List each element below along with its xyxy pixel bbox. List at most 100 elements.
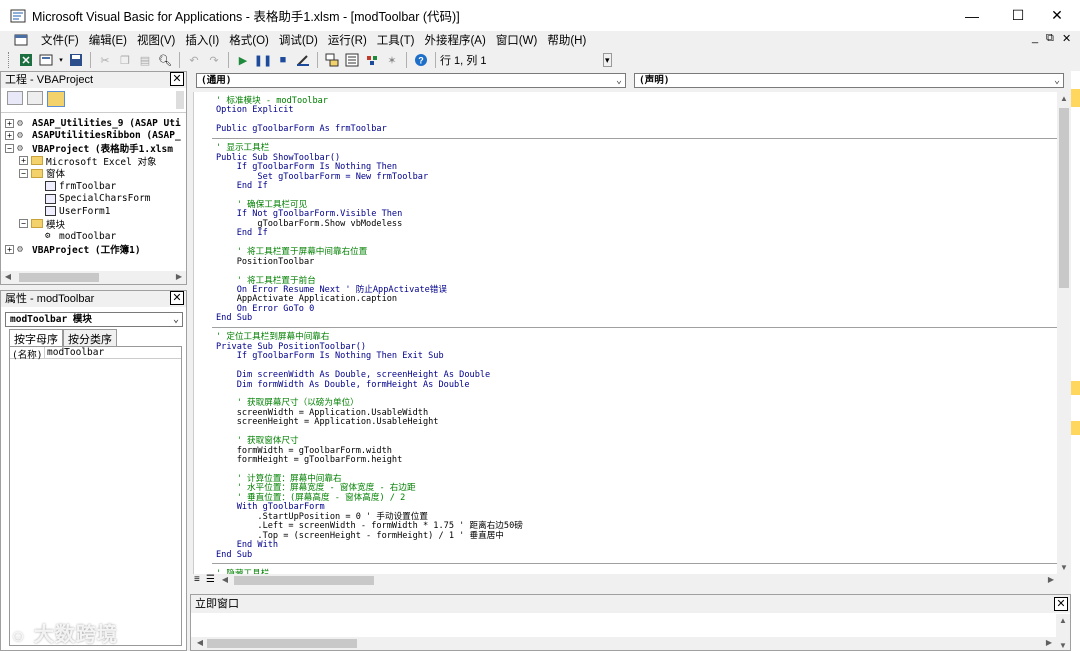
scroll-right-arrow-icon[interactable]: ▶ (1044, 575, 1058, 584)
view-excel-icon[interactable] (14, 34, 28, 46)
view-object-icon[interactable] (27, 91, 43, 105)
toggle-folders-icon[interactable] (47, 91, 65, 107)
code-hscrollbar[interactable]: ≡ ☰ ◀ ▶ (194, 574, 1071, 587)
view-code-icon[interactable] (7, 91, 23, 105)
immediate-input[interactable] (191, 614, 1056, 638)
procedure-select[interactable]: (声明) ⌄ (634, 73, 1064, 88)
object-select[interactable]: (通用) ⌄ (196, 73, 626, 88)
immediate-vscrollbar[interactable]: ▲ ▼ (1056, 614, 1070, 650)
reset-icon[interactable]: ■ (275, 52, 291, 68)
menu-help[interactable]: 帮助(H) (542, 32, 591, 48)
expand-icon[interactable]: + (5, 131, 14, 141)
toolbox-icon[interactable]: ✶ (384, 52, 400, 68)
scroll-up-arrow-icon[interactable]: ▲ (1057, 94, 1071, 103)
menu-run[interactable]: 运行(R) (323, 32, 372, 48)
scroll-left-arrow-icon[interactable]: ◀ (218, 575, 232, 584)
excel-icon[interactable] (18, 52, 34, 68)
immediate-close-button[interactable]: ✕ (1054, 597, 1068, 611)
property-row[interactable]: (名称) modToolbar (10, 347, 181, 361)
expand-icon[interactable]: + (5, 118, 14, 128)
code-line: Public gToolbarForm As frmToolbar (216, 124, 387, 135)
insert-module-icon[interactable] (38, 52, 54, 68)
tree-item[interactable]: + ⚙ ASAPUtilitiesRibbon (ASAP_ (5, 130, 181, 142)
properties-object-select[interactable]: modToolbar 模块 ⌄ (5, 312, 183, 327)
menu-edit[interactable]: 编辑(E) (84, 32, 132, 48)
code-hscroll-thumb[interactable] (234, 576, 374, 585)
undo-icon[interactable]: ↶ (186, 52, 202, 68)
paste-icon[interactable]: ▤ (137, 52, 153, 68)
scroll-up-arrow-icon[interactable]: ▲ (1056, 616, 1070, 625)
immediate-hscrollbar[interactable]: ◀ ▶ (191, 637, 1056, 650)
menu-debug[interactable]: 调试(D) (274, 32, 323, 48)
collapse-icon[interactable]: − (19, 168, 28, 178)
properties-close-button[interactable]: ✕ (170, 291, 184, 305)
scroll-left-arrow-icon[interactable]: ◀ (1, 272, 15, 281)
mdi-close-button[interactable]: ✕ (1062, 32, 1071, 45)
procedure-view-icon[interactable]: ≡ (194, 574, 200, 585)
design-mode-icon[interactable] (295, 52, 311, 68)
tree-item[interactable]: − 模块 (19, 218, 65, 231)
code-vscrollbar[interactable]: ▲ ▼ (1057, 92, 1071, 574)
close-button[interactable]: ✕ (1034, 0, 1080, 31)
collapse-icon[interactable]: − (19, 219, 28, 229)
help-icon[interactable]: ? (413, 52, 429, 68)
mdi-minimize-button[interactable]: _ (1032, 32, 1038, 44)
procedure-separator (212, 137, 1057, 139)
dropdown-arrow-icon[interactable]: ▾ (58, 52, 64, 68)
scroll-left-arrow-icon[interactable]: ◀ (193, 638, 207, 647)
project-hscroll-thumb[interactable] (19, 273, 99, 282)
save-icon[interactable] (68, 52, 84, 68)
expand-icon[interactable]: + (19, 156, 28, 166)
tree-item[interactable]: + Microsoft Excel 对象 (19, 155, 157, 168)
run-icon[interactable]: ▶ (235, 52, 251, 68)
menu-addins[interactable]: 外接程序(A) (419, 32, 490, 48)
project-toolbar-scroll[interactable] (176, 91, 184, 109)
tree-item[interactable]: + ⚙ VBAProject (工作簿1) (5, 243, 141, 256)
menu-window[interactable]: 窗口(W) (491, 32, 543, 48)
full-module-view-icon[interactable]: ☰ (206, 574, 215, 585)
procedure-separator (212, 326, 1057, 328)
property-value[interactable]: modToolbar (45, 347, 104, 358)
code-line: End Sub (216, 313, 253, 324)
copy-icon[interactable]: ❐ (117, 52, 133, 68)
code-editor[interactable]: ' 标准模块 - modToolbar Option Explicit Public… (194, 92, 1057, 574)
menu-view[interactable]: 视图(V) (132, 32, 180, 48)
toolbar-grip[interactable] (8, 52, 12, 68)
break-icon[interactable]: ❚❚ (254, 52, 272, 68)
mdi-restore-button[interactable]: ⧉ (1046, 32, 1054, 45)
menu-tools[interactable]: 工具(T) (372, 32, 420, 48)
cut-icon[interactable]: ✂ (97, 52, 113, 68)
menu-file[interactable]: 文件(F) (36, 32, 84, 48)
toolbar-overflow-icon[interactable]: ▾ (603, 53, 612, 67)
tree-item[interactable]: ⚙ modToolbar (33, 230, 116, 242)
tree-item[interactable]: SpecialCharsForm (33, 193, 151, 205)
scroll-right-arrow-icon[interactable]: ▶ (1042, 638, 1056, 647)
tree-item-label: UserForm1 (59, 205, 111, 217)
menu-format[interactable]: 格式(O) (224, 32, 274, 48)
tree-item[interactable]: − ⚙ VBAProject (表格助手1.xlsm (5, 142, 173, 155)
scroll-down-arrow-icon[interactable]: ▼ (1057, 563, 1071, 572)
minimize-button[interactable]: — (949, 0, 995, 31)
code-vscroll-thumb[interactable] (1059, 108, 1069, 288)
immediate-window: 立即窗口 ✕ ▲ ▼ ◀ ▶ (190, 594, 1071, 651)
project-explorer-close-button[interactable]: ✕ (170, 72, 184, 86)
project-hscrollbar[interactable]: ◀ ▶ (1, 271, 186, 284)
tree-item[interactable]: + ⚙ ASAP_Utilities_9 (ASAP Uti (5, 117, 181, 129)
scroll-down-arrow-icon[interactable]: ▼ (1056, 641, 1070, 650)
properties-icon[interactable] (344, 52, 360, 68)
collapse-icon[interactable]: − (5, 143, 14, 153)
expand-icon[interactable]: + (5, 244, 14, 254)
tree-item[interactable]: frmToolbar (33, 180, 116, 192)
tree-item[interactable]: UserForm1 (33, 205, 110, 217)
tree-item[interactable]: − 窗体 (19, 167, 66, 181)
find-icon[interactable]: 🔍︎ (157, 52, 173, 68)
tree-item-label: 窗体 (46, 169, 66, 181)
vbaproject-icon: ⚙ (17, 117, 24, 129)
scroll-right-arrow-icon[interactable]: ▶ (172, 272, 186, 281)
redo-icon[interactable]: ↷ (206, 52, 222, 68)
project-explorer-icon[interactable] (324, 52, 340, 68)
standard-toolbar: ▾ ✂ ❐ ▤ 🔍︎ ↶ ↷ ▶ ❚❚ ■ ✶ ? 行 1, 列 1 ▾ (0, 49, 1080, 71)
menu-insert[interactable]: 插入(I) (180, 32, 224, 48)
immediate-hscroll-thumb[interactable] (207, 639, 357, 648)
object-browser-icon[interactable] (364, 52, 380, 68)
